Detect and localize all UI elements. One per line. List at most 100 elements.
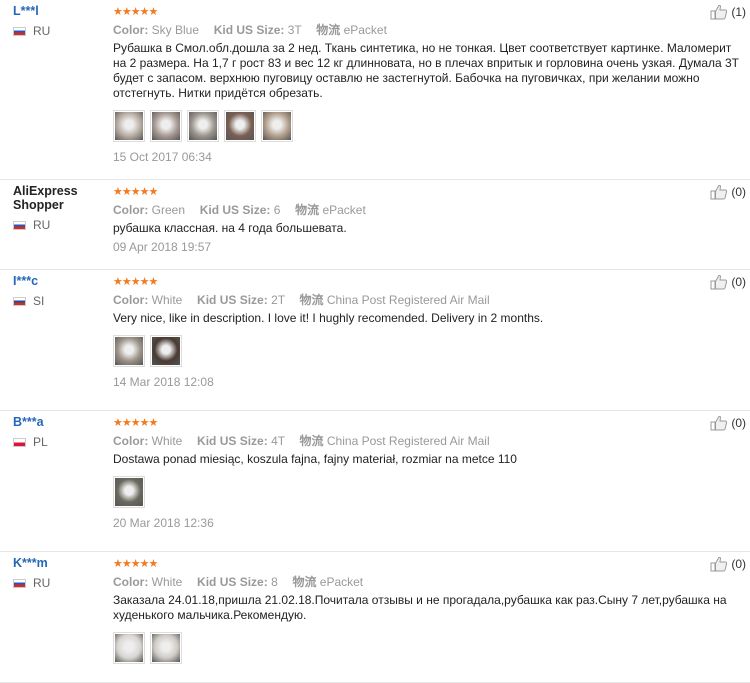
size-label: Kid US Size: — [197, 575, 272, 589]
thumbs-up-icon — [710, 184, 728, 200]
color-value: White — [151, 293, 183, 307]
review-text: рубашка классная. на 4 года большевата. — [113, 221, 347, 235]
review-photo-thumbnail[interactable] — [113, 632, 145, 664]
star-rating: ★★★★★ — [113, 6, 158, 18]
helpful-button[interactable]: (0) — [710, 274, 746, 290]
shipping-value: ePacket — [322, 203, 366, 217]
shipping-label: 物流 — [299, 434, 327, 448]
reviewer-name: B***a — [13, 415, 44, 429]
shipping-label: 物流 — [295, 203, 323, 217]
review-content: ★★★★★ Color: White Kid US Size: 2T 物流 Ch… — [113, 276, 740, 389]
size-value: 8 — [271, 575, 278, 589]
order-info: Color: White Kid US Size: 4T 物流 China Po… — [113, 434, 740, 448]
country-code: RU — [33, 576, 51, 590]
color-label: Color: — [113, 293, 152, 307]
size-value: 2T — [271, 293, 285, 307]
reviewer-name: L***l — [13, 4, 39, 18]
reviewer-country: SI — [13, 294, 103, 308]
review-photo-thumbnail[interactable] — [187, 110, 219, 142]
review-text: Заказала 24.01.18,пришла 21.02.18.Почита… — [113, 593, 727, 622]
order-info: Color: White Kid US Size: 8 物流 ePacket — [113, 575, 740, 589]
country-code: SI — [33, 294, 45, 308]
thumbs-up-icon — [710, 4, 728, 20]
thumbs-up-icon — [710, 415, 728, 431]
color-value: Green — [151, 203, 186, 217]
reviewer-info: K***m RU — [13, 556, 103, 590]
review-item: B***a PL ★★★★★ Color: White Kid US Size:… — [0, 411, 750, 552]
review-item: K***m RU ★★★★★ Color: White Kid US Size:… — [0, 552, 750, 683]
reviewer-name: AliExpress Shopper — [13, 184, 78, 212]
size-value: 3T — [287, 23, 302, 37]
review-item: AliExpress Shopper RU ★★★★★ Color: Green… — [0, 180, 750, 270]
shipping-label: 物流 — [292, 575, 320, 589]
review-date: 15 Oct 2017 06:34 — [113, 150, 212, 164]
review-content: ★★★★★ Color: White Kid US Size: 8 物流 ePa… — [113, 558, 740, 672]
country-code: RU — [33, 218, 51, 232]
shipping-value: ePacket — [319, 575, 364, 589]
review-photo-thumbnail[interactable] — [113, 476, 145, 508]
thumbs-up-icon — [710, 274, 728, 290]
size-label: Kid US Size: — [197, 293, 272, 307]
helpful-count: (1) — [731, 5, 746, 19]
review-photo-thumbnail[interactable] — [150, 110, 182, 142]
review-photo-thumbnail[interactable] — [113, 110, 145, 142]
country-flag-icon — [13, 26, 26, 36]
helpful-count: (0) — [731, 557, 746, 571]
helpful-count: (0) — [731, 275, 746, 289]
color-label: Color: — [113, 203, 152, 217]
size-value: 4T — [271, 434, 285, 448]
shipping-label: 物流 — [316, 23, 344, 37]
review-photo-thumbnail[interactable] — [113, 335, 145, 367]
helpful-button[interactable]: (0) — [710, 556, 746, 572]
size-label: Kid US Size: — [197, 434, 272, 448]
star-rating: ★★★★★ — [113, 186, 158, 198]
country-code: RU — [33, 24, 51, 38]
country-code: PL — [33, 435, 48, 449]
review-photos — [113, 632, 740, 664]
helpful-button[interactable]: (1) — [710, 4, 746, 20]
shipping-label: 物流 — [299, 293, 327, 307]
star-rating: ★★★★★ — [113, 276, 158, 288]
color-value: White — [151, 434, 183, 448]
helpful-button[interactable]: (0) — [710, 184, 746, 200]
color-label: Color: — [113, 434, 152, 448]
review-photo-thumbnail[interactable] — [261, 110, 293, 142]
country-flag-icon — [13, 296, 26, 306]
review-content: ★★★★★ Color: Sky Blue Kid US Size: 3T 物流… — [113, 6, 740, 164]
review-photos — [113, 110, 740, 142]
color-label: Color: — [113, 23, 152, 37]
review-photos — [113, 476, 740, 508]
reviews-list: L***l RU ★★★★★ Color: Sky Blue Kid US Si… — [0, 0, 750, 683]
star-rating: ★★★★★ — [113, 558, 158, 570]
review-item: L***l RU ★★★★★ Color: Sky Blue Kid US Si… — [0, 0, 750, 180]
reviewer-info: I***c SI — [13, 274, 103, 308]
review-content: ★★★★★ Color: Green Kid US Size: 6 物流 ePa… — [113, 186, 740, 254]
country-flag-icon — [13, 220, 26, 230]
star-rating: ★★★★★ — [113, 417, 158, 429]
color-value: White — [151, 575, 183, 589]
review-date: 14 Mar 2018 12:08 — [113, 375, 214, 389]
review-photo-thumbnail[interactable] — [150, 632, 182, 664]
color-value: Sky Blue — [151, 23, 200, 37]
review-date: 09 Apr 2018 19:57 — [113, 240, 212, 254]
reviewer-info: B***a PL — [13, 415, 103, 449]
review-photos — [113, 335, 740, 367]
review-item: I***c SI ★★★★★ Color: White Kid US Size:… — [0, 270, 750, 411]
shipping-value: ePacket — [343, 23, 387, 37]
reviewer-country: RU — [13, 24, 103, 38]
review-text: Dostawa ponad miesiąc, koszula fajna, fa… — [113, 452, 517, 466]
review-date: 20 Mar 2018 12:36 — [113, 516, 214, 530]
review-text: Рубашка в Смол.обл.дошла за 2 нед. Ткань… — [113, 41, 740, 100]
helpful-count: (0) — [731, 185, 746, 199]
review-text: Very nice, like in description. I love i… — [113, 311, 544, 325]
size-value: 6 — [273, 203, 281, 217]
reviewer-country: RU — [13, 218, 103, 232]
review-content: ★★★★★ Color: White Kid US Size: 4T 物流 Ch… — [113, 417, 740, 530]
order-info: Color: Sky Blue Kid US Size: 3T 物流 ePack… — [113, 23, 740, 37]
shipping-value: China Post Registered Air Mail — [326, 434, 490, 448]
helpful-button[interactable]: (0) — [710, 415, 746, 431]
review-photo-thumbnail[interactable] — [224, 110, 256, 142]
review-photo-thumbnail[interactable] — [150, 335, 182, 367]
size-label: Kid US Size: — [199, 203, 274, 217]
shipping-value: China Post Registered Air Mail — [326, 293, 490, 307]
